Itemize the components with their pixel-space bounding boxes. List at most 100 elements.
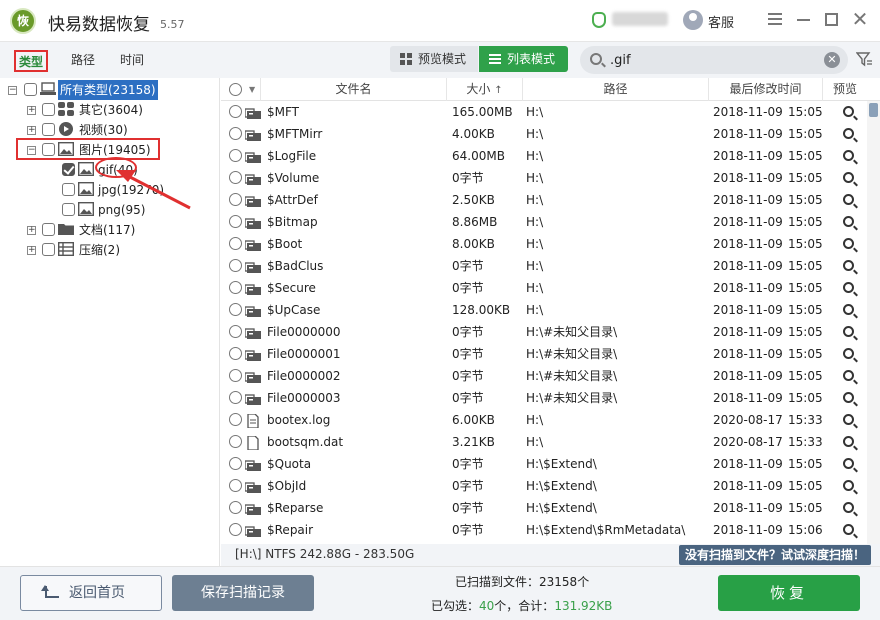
tab-path[interactable]: 路径 [68,50,98,72]
minimize-icon[interactable] [797,19,810,21]
file-row[interactable]: $MFT 165.00MB H:\ 2018-11-09 15:05 [221,101,866,123]
file-row[interactable]: $ObjId 0字节 H:\$Extend\ 2018-11-09 15:05 [221,475,866,497]
preview-magnifier-icon[interactable] [843,392,854,403]
preview-magnifier-icon[interactable] [843,480,854,491]
preview-magnifier-icon[interactable] [843,304,854,315]
checkbox[interactable] [62,183,75,196]
row-checkbox[interactable] [229,303,242,316]
file-row[interactable]: $Secure 0字节 H:\ 2018-11-09 15:05 [221,277,866,299]
row-checkbox[interactable] [229,325,242,338]
list-mode-button[interactable]: 列表模式 [479,46,568,72]
preview-magnifier-icon[interactable] [843,370,854,381]
preview-magnifier-icon[interactable] [843,216,854,227]
clear-search-icon[interactable]: ✕ [824,52,840,68]
back-home-button[interactable]: 返回首页 [20,575,162,611]
row-checkbox[interactable] [229,259,242,272]
column-path[interactable]: 路径 [523,78,709,101]
checkbox[interactable] [42,243,55,256]
checkbox[interactable] [62,203,75,216]
row-checkbox[interactable] [229,281,242,294]
checkbox[interactable] [42,123,55,136]
row-checkbox[interactable] [229,149,242,162]
account-info[interactable] [612,12,668,26]
file-row[interactable]: File0000003 0字节 H:\#未知父目录\ 2018-11-09 15:05 [221,387,866,409]
scroll-thumb[interactable] [869,103,878,117]
row-checkbox[interactable] [229,215,242,228]
maximize-icon[interactable] [825,13,838,26]
tree-item-archives[interactable]: + 压缩(2) [0,240,220,260]
preview-magnifier-icon[interactable] [843,128,854,139]
preview-magnifier-icon[interactable] [843,436,854,447]
preview-magnifier-icon[interactable] [843,150,854,161]
row-checkbox[interactable] [229,171,242,184]
row-checkbox[interactable] [229,105,242,118]
file-row[interactable]: $LogFile 64.00MB H:\ 2018-11-09 15:05 [221,145,866,167]
column-size[interactable]: 大小 ↑ [447,78,523,101]
file-row[interactable]: bootsqm.dat 3.21KB H:\ 2020-08-17 15:33 [221,431,866,453]
expand-icon[interactable]: + [27,246,36,255]
preview-magnifier-icon[interactable] [843,524,854,535]
file-row[interactable]: $BadClus 0字节 H:\ 2018-11-09 15:05 [221,255,866,277]
row-checkbox[interactable] [229,193,242,206]
preview-magnifier-icon[interactable] [843,458,854,469]
preview-mode-button[interactable]: 预览模式 [390,46,478,72]
select-all-cell[interactable]: ▼ [221,78,261,101]
select-all-checkbox[interactable] [229,83,242,96]
file-row[interactable]: $AttrDef 2.50KB H:\ 2018-11-09 15:05 [221,189,866,211]
checkbox-checked[interactable] [62,163,75,176]
tree-item-video[interactable]: + 视频(30) [0,120,220,140]
file-row[interactable]: $Repair 0字节 H:\$Extend\$RmMetadata\ 2018-11… [221,519,866,541]
file-row[interactable]: $Reparse 0字节 H:\$Extend\ 2018-11-09 15:05 [221,497,866,519]
row-checkbox[interactable] [229,457,242,470]
file-row[interactable]: $UpCase 128.00KB H:\ 2018-11-09 15:05 [221,299,866,321]
search-input[interactable] [610,50,810,70]
row-checkbox[interactable] [229,369,242,382]
collapse-icon[interactable]: − [8,86,17,95]
tree-item-all-types[interactable]: − 所有类型(23158) [0,80,220,100]
row-checkbox[interactable] [229,435,242,448]
checkbox[interactable] [42,223,55,236]
preview-magnifier-icon[interactable] [843,260,854,271]
customer-service-label[interactable]: 客服 [708,12,734,31]
row-checkbox[interactable] [229,479,242,492]
tree-item-documents[interactable]: + 文档(117) [0,220,220,240]
file-row[interactable]: bootex.log 6.00KB H:\ 2020-08-17 15:33 [221,409,866,431]
file-row[interactable]: $Quota 0字节 H:\$Extend\ 2018-11-09 15:05 [221,453,866,475]
save-scan-record-button[interactable]: 保存扫描记录 [172,575,314,611]
file-row[interactable]: File0000002 0字节 H:\#未知父目录\ 2018-11-09 15:05 [221,365,866,387]
tab-type[interactable]: 类型 [14,50,48,72]
file-row[interactable]: File0000001 0字节 H:\#未知父目录\ 2018-11-09 15:05 [221,343,866,365]
file-row[interactable]: File0000000 0字节 H:\#未知父目录\ 2018-11-09 15:05 [221,321,866,343]
tab-time[interactable]: 时间 [117,50,147,72]
row-checkbox[interactable] [229,413,242,426]
row-checkbox[interactable] [229,501,242,514]
preview-magnifier-icon[interactable] [843,238,854,249]
tree-item-png[interactable]: png(95) [0,200,220,220]
file-row[interactable]: $Bitmap 8.86MB H:\ 2018-11-09 15:05 [221,211,866,233]
filter-icon[interactable] [856,51,872,67]
expand-icon[interactable]: + [27,226,36,235]
checkbox[interactable] [42,103,55,116]
row-checkbox[interactable] [229,127,242,140]
column-modified[interactable]: 最后修改时间 [709,78,823,101]
row-checkbox[interactable] [229,523,242,536]
preview-magnifier-icon[interactable] [843,172,854,183]
preview-magnifier-icon[interactable] [843,326,854,337]
preview-magnifier-icon[interactable] [843,194,854,205]
preview-magnifier-icon[interactable] [843,106,854,117]
row-checkbox[interactable] [229,237,242,250]
menu-icon[interactable] [768,13,782,25]
column-name[interactable]: 文件名 [261,78,447,101]
row-checkbox[interactable] [229,391,242,404]
customer-service-icon[interactable] [683,10,703,30]
checkbox[interactable] [24,83,37,96]
preview-magnifier-icon[interactable] [843,282,854,293]
expand-icon[interactable]: + [27,126,36,135]
tree-item-jpg[interactable]: jpg(19270) [0,180,220,200]
preview-magnifier-icon[interactable] [843,348,854,359]
expand-icon[interactable]: + [27,106,36,115]
deep-scan-button[interactable]: 没有扫描到文件？试试深度扫描！ [679,545,872,565]
recover-button[interactable]: 恢复 [718,575,860,611]
file-row[interactable]: $Boot 8.00KB H:\ 2018-11-09 15:05 [221,233,866,255]
preview-magnifier-icon[interactable] [843,502,854,513]
